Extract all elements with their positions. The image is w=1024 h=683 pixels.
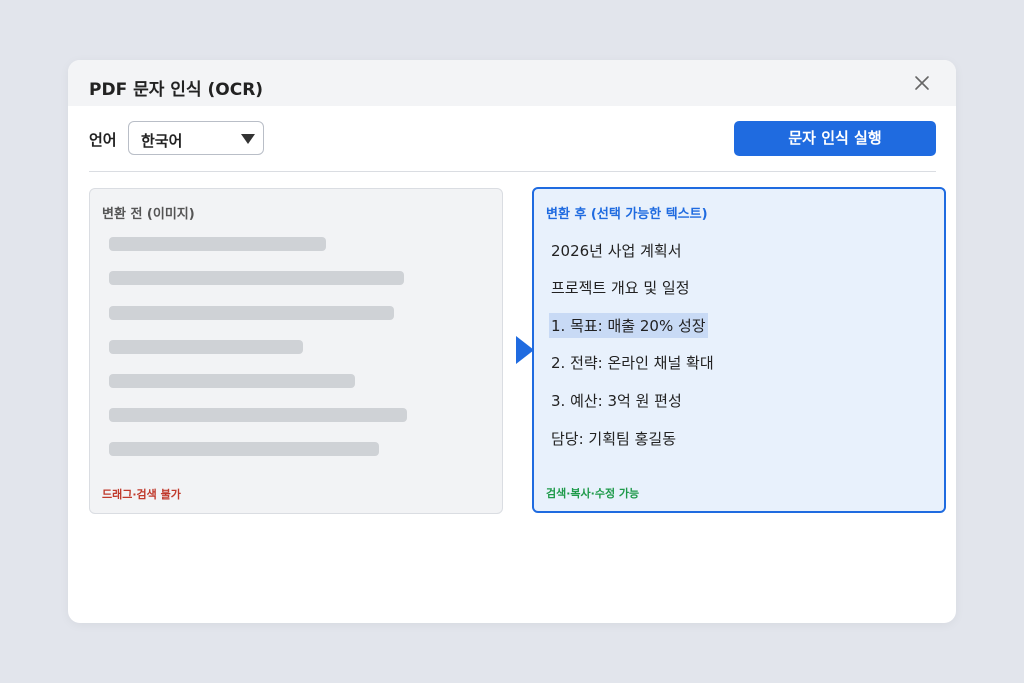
- before-panel-footer: 드래그·검색 불가: [102, 488, 181, 501]
- text-line[interactable]: 2026년 사업 계획서: [551, 240, 682, 261]
- divider: [89, 171, 936, 172]
- after-panel-title: 변환 후 (선택 가능한 텍스트): [546, 207, 708, 222]
- language-select[interactable]: 한국어: [128, 121, 264, 155]
- image-text-placeholder: [109, 374, 355, 388]
- ocr-dialog: PDF 문자 인식 (OCR) 언어 한국어 문자 인식 실행 변환 전 (이미…: [68, 60, 956, 623]
- image-text-placeholder: [109, 442, 379, 456]
- dialog-titlebar: PDF 문자 인식 (OCR): [68, 60, 956, 106]
- language-select-value: 한국어: [141, 132, 183, 150]
- image-text-placeholder: [109, 271, 404, 285]
- language-label: 언어: [89, 131, 117, 149]
- after-panel-footer: 검색·복사·수정 가능: [546, 487, 640, 500]
- text-line[interactable]: 3. 예산: 3억 원 편성: [551, 390, 682, 411]
- after-panel: 변환 후 (선택 가능한 텍스트) 2026년 사업 계획서 프로젝트 개요 및…: [532, 187, 946, 513]
- image-text-placeholder: [109, 408, 407, 422]
- text-line-selected[interactable]: 1. 목표: 매출 20% 성장: [549, 313, 708, 338]
- run-ocr-button[interactable]: 문자 인식 실행: [734, 121, 936, 156]
- text-line[interactable]: 담당: 기획팀 홍길동: [551, 428, 676, 449]
- text-line[interactable]: 프로젝트 개요 및 일정: [551, 277, 690, 298]
- text-line[interactable]: 2. 전략: 온라인 채널 확대: [551, 352, 714, 373]
- dialog-title: PDF 문자 인식 (OCR): [89, 80, 264, 100]
- close-icon[interactable]: [912, 73, 932, 93]
- dropdown-arrow-icon: [241, 134, 255, 144]
- before-panel: 변환 전 (이미지) 드래그·검색 불가: [89, 188, 503, 514]
- image-text-placeholder: [109, 340, 303, 354]
- image-text-placeholder: [109, 306, 394, 320]
- before-panel-title: 변환 전 (이미지): [102, 207, 195, 222]
- image-text-placeholder: [109, 237, 326, 251]
